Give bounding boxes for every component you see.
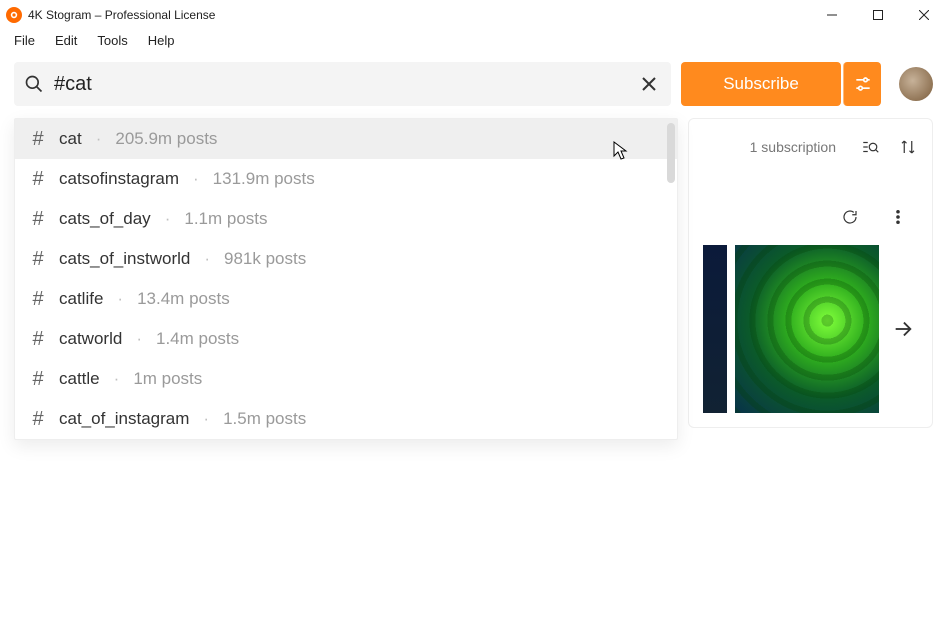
menu-tools[interactable]: Tools bbox=[87, 31, 137, 50]
subscription-count: 1 subscription bbox=[750, 139, 836, 155]
more-icon[interactable] bbox=[888, 207, 908, 227]
hashtag-icon: # bbox=[29, 248, 47, 271]
suggestions-dropdown: #cat·205.9m posts#catsofinstagram·131.9m… bbox=[14, 118, 678, 440]
suggestion-item[interactable]: #cattle·1m posts bbox=[15, 359, 677, 399]
menu-edit[interactable]: Edit bbox=[45, 31, 87, 50]
search-icon bbox=[24, 74, 44, 94]
refresh-icon[interactable] bbox=[840, 207, 860, 227]
close-button[interactable] bbox=[901, 0, 947, 30]
hashtag-icon: # bbox=[29, 128, 47, 151]
sort-icon[interactable] bbox=[898, 137, 918, 157]
menu-bar: File Edit Tools Help bbox=[0, 30, 947, 54]
hashtag-icon: # bbox=[29, 408, 47, 431]
thumbnail[interactable] bbox=[735, 245, 879, 413]
suggestion-meta: 13.4m posts bbox=[137, 289, 230, 309]
window-controls bbox=[809, 0, 947, 30]
suggestion-item[interactable]: #cat_of_instagram·1.5m posts bbox=[15, 399, 677, 439]
menu-file[interactable]: File bbox=[4, 31, 45, 50]
suggestion-meta: 1.1m posts bbox=[184, 209, 267, 229]
suggestion-item[interactable]: #cats_of_day·1.1m posts bbox=[15, 199, 677, 239]
thumbnail-row bbox=[703, 245, 918, 413]
hashtag-icon: # bbox=[29, 288, 47, 311]
thumbnail[interactable] bbox=[703, 245, 727, 413]
suggestion-tag: catlife bbox=[59, 289, 103, 309]
hashtag-icon: # bbox=[29, 328, 47, 351]
next-arrow-button[interactable] bbox=[887, 318, 918, 340]
suggestion-item[interactable]: #cat·205.9m posts bbox=[15, 119, 677, 159]
subscribe-settings-button[interactable] bbox=[843, 62, 881, 106]
subscribe-button[interactable]: Subscribe bbox=[681, 62, 841, 106]
suggestion-tag: cattle bbox=[59, 369, 100, 389]
suggestion-meta: 1.4m posts bbox=[156, 329, 239, 349]
suggestion-item[interactable]: #catworld·1.4m posts bbox=[15, 319, 677, 359]
suggestion-tag: cats_of_instworld bbox=[59, 249, 190, 269]
search-box[interactable] bbox=[14, 62, 671, 106]
suggestion-item[interactable]: #catsofinstagram·131.9m posts bbox=[15, 159, 677, 199]
search-input[interactable] bbox=[54, 73, 637, 96]
subscriptions-panel: 1 subscription bbox=[688, 118, 933, 428]
suggestion-item[interactable]: #cats_of_instworld·981k posts bbox=[15, 239, 677, 279]
suggestion-meta: 1m posts bbox=[133, 369, 202, 389]
suggestion-item[interactable]: #catlife·13.4m posts bbox=[15, 279, 677, 319]
suggestion-tag: catworld bbox=[59, 329, 122, 349]
suggestion-meta: 1.5m posts bbox=[223, 409, 306, 429]
suggestion-tag: cat_of_instagram bbox=[59, 409, 189, 429]
suggestion-meta: 981k posts bbox=[224, 249, 306, 269]
suggestion-tag: cat bbox=[59, 129, 82, 149]
filter-search-icon[interactable] bbox=[860, 137, 880, 157]
hashtag-icon: # bbox=[29, 168, 47, 191]
title-bar: 4K Stogram – Professional License bbox=[0, 0, 947, 30]
minimize-button[interactable] bbox=[809, 0, 855, 30]
maximize-button[interactable] bbox=[855, 0, 901, 30]
menu-help[interactable]: Help bbox=[138, 31, 185, 50]
hashtag-icon: # bbox=[29, 208, 47, 231]
app-icon bbox=[6, 7, 22, 23]
hashtag-icon: # bbox=[29, 368, 47, 391]
suggestion-tag: catsofinstagram bbox=[59, 169, 179, 189]
toolbar: Subscribe bbox=[0, 54, 947, 118]
clear-search-button[interactable] bbox=[637, 72, 661, 96]
suggestion-meta: 131.9m posts bbox=[213, 169, 315, 189]
user-avatar[interactable] bbox=[899, 67, 933, 101]
suggestions-scrollbar[interactable] bbox=[667, 123, 675, 183]
content-area: 1 subscription bbox=[0, 118, 947, 428]
suggestion-tag: cats_of_day bbox=[59, 209, 151, 229]
suggestion-meta: 205.9m posts bbox=[115, 129, 217, 149]
window-title: 4K Stogram – Professional License bbox=[28, 8, 215, 22]
